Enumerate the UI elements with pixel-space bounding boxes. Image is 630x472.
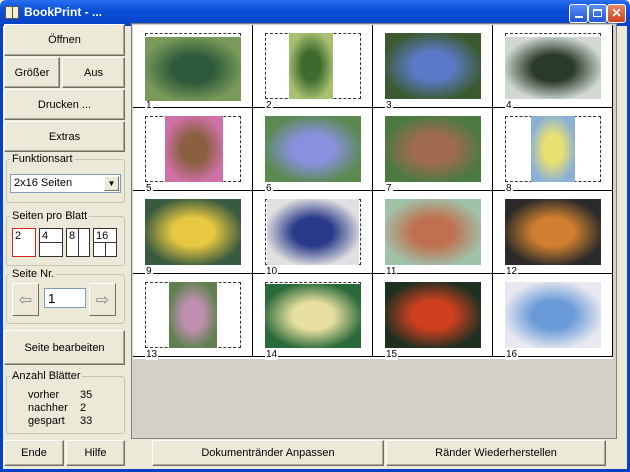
extras-button[interactable]: Extras — [4, 121, 125, 152]
maximize-button[interactable] — [588, 4, 607, 23]
minimize-button[interactable] — [569, 4, 588, 23]
butterfly-photo — [145, 199, 241, 265]
butterfly-photo — [531, 116, 575, 182]
window-title: BookPrint - ... — [24, 5, 102, 19]
page-thumbnail[interactable]: 1 — [133, 25, 253, 111]
page-thumbnail[interactable]: 2 — [253, 25, 373, 111]
divider — [40, 242, 62, 243]
page-number-label: 16 — [505, 349, 519, 360]
print-button[interactable]: Drucken ... — [4, 89, 125, 120]
page-thumbnail[interactable]: 8 — [493, 108, 613, 194]
chevron-down-icon[interactable]: ▼ — [104, 176, 119, 191]
page-thumbnail[interactable]: 11 — [373, 191, 493, 277]
option-label: 8 — [69, 230, 76, 242]
butterfly-photo — [265, 284, 361, 348]
book-icon — [5, 6, 19, 19]
next-page-button[interactable]: ⇨ — [89, 283, 116, 316]
butterfly-photo — [165, 116, 223, 182]
page-number-label: 15 — [385, 349, 399, 360]
help-button[interactable]: Hilfe — [66, 440, 125, 466]
close-button[interactable]: ✕ — [607, 4, 626, 23]
stat-before-value: 35 — [80, 389, 93, 401]
stat-saved-label: gespart — [28, 415, 65, 427]
page-thumbnail[interactable]: 4 — [493, 25, 613, 111]
stat-saved-value: 33 — [80, 415, 93, 427]
open-button[interactable]: Öffnen — [4, 24, 125, 56]
page-number-input[interactable] — [44, 288, 86, 308]
page-thumbnail[interactable]: 7 — [373, 108, 493, 194]
preview-area[interactable]: 1 2 3 4 5 6 7 8 9 10 11 12 13 14 15 16 — [131, 23, 617, 439]
butterfly-photo — [385, 33, 481, 99]
pages-per-sheet-legend: Seiten pro Blatt — [12, 210, 88, 222]
butterfly-photo — [385, 116, 481, 182]
page-nr-legend: Seite Nr. — [12, 268, 55, 280]
off-button[interactable]: Aus — [62, 57, 125, 88]
edit-page-button[interactable]: Seite bearbeiten — [4, 330, 125, 365]
stat-after-value: 2 — [80, 402, 87, 414]
butterfly-photo — [289, 33, 333, 99]
function-select-value: 2x16 Seiten — [14, 177, 73, 189]
option-label: 2 — [15, 230, 22, 242]
function-select[interactable]: 2x16 Seiten ▼ — [10, 174, 121, 193]
divider — [78, 229, 79, 256]
sheet-count-legend: Anzahl Blätter — [12, 370, 81, 382]
pages-per-sheet-option-8[interactable]: 8 — [66, 228, 90, 257]
page-thumbnail[interactable]: 3 — [373, 25, 493, 111]
end-button[interactable]: Ende — [4, 440, 64, 466]
page-number-label: 13 — [145, 349, 159, 360]
page-thumbnail[interactable]: 6 — [253, 108, 373, 194]
page-thumbnail[interactable]: 15 — [373, 274, 493, 360]
page-number-label: 14 — [265, 349, 279, 360]
butterfly-photo — [505, 282, 601, 348]
close-icon: ✕ — [611, 6, 622, 20]
page-thumbnail[interactable]: 5 — [133, 108, 253, 194]
bigger-button[interactable]: Größer — [4, 57, 60, 88]
stat-before-label: vorher — [28, 389, 60, 401]
pages-per-sheet-option-2[interactable]: 2 — [12, 228, 36, 257]
butterfly-photo — [505, 199, 601, 265]
butterfly-photo — [267, 199, 359, 265]
page-thumbnail[interactable]: 13 — [133, 274, 253, 360]
butterfly-photo — [385, 282, 481, 348]
arrow-right-icon: ⇨ — [95, 291, 110, 309]
butterfly-photo — [505, 37, 601, 99]
option-label: 16 — [96, 230, 109, 242]
butterfly-photo — [169, 282, 217, 348]
page-grid: 1 2 3 4 5 6 7 8 9 10 11 12 13 14 15 16 — [133, 25, 613, 360]
restore-margins-button[interactable]: Ränder Wiederherstellen — [386, 440, 606, 466]
butterfly-photo — [385, 199, 481, 265]
stat-after-label: nachher — [28, 402, 68, 414]
pages-per-sheet-option-16[interactable]: 16 — [93, 228, 117, 257]
option-label: 4 — [42, 230, 49, 242]
arrow-left-icon: ⇦ — [18, 291, 33, 309]
maximize-icon — [593, 9, 602, 17]
pages-per-sheet-option-4[interactable]: 4 — [39, 228, 63, 257]
prev-page-button[interactable]: ⇦ — [12, 283, 39, 316]
butterfly-photo — [265, 116, 361, 182]
minimize-icon — [574, 16, 583, 18]
adjust-margins-button[interactable]: Dokumentränder Anpassen — [152, 440, 384, 466]
page-thumbnail[interactable]: 14 — [253, 274, 373, 360]
page-thumbnail[interactable]: 12 — [493, 191, 613, 277]
page-thumbnail[interactable]: 10 — [253, 191, 373, 277]
divider — [105, 242, 106, 256]
butterfly-photo — [145, 37, 241, 101]
page-thumbnail[interactable]: 9 — [133, 191, 253, 277]
function-group-legend: Funktionsart — [12, 153, 73, 165]
page-thumbnail[interactable]: 16 — [493, 274, 613, 360]
